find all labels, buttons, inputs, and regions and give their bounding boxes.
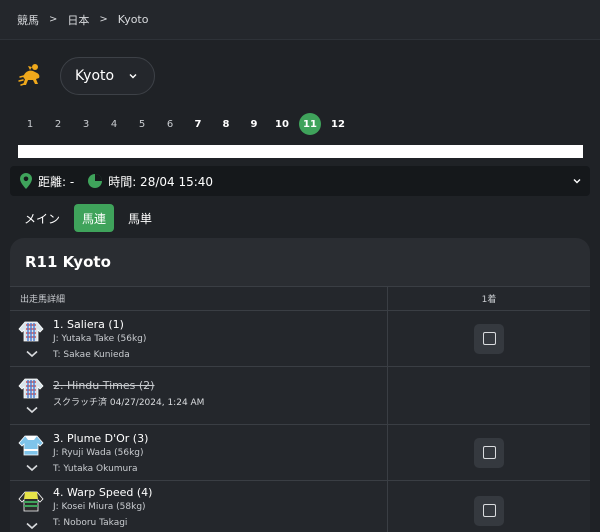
breadcrumb-japan[interactable]: 日本: [67, 12, 89, 28]
first-place-checkbox[interactable]: [474, 437, 504, 468]
breadcrumb-horse-racing[interactable]: 競馬: [17, 12, 39, 28]
runner-jockey: J: Kosei Miura (58kg): [53, 502, 146, 512]
race-number-1[interactable]: 1: [19, 113, 41, 135]
chevron-right-icon: >: [49, 14, 58, 25]
jockey-silk-icon: [18, 378, 44, 399]
venue-select[interactable]: Kyoto: [60, 57, 156, 95]
race-number-9[interactable]: 9: [243, 113, 265, 135]
race-number-10[interactable]: 10: [271, 113, 293, 135]
chevron-down-icon[interactable]: [26, 522, 38, 530]
table-header: 出走馬詳細 1着: [10, 286, 590, 311]
race-number-11[interactable]: 11: [299, 113, 321, 135]
runner-name: 1. Saliera (1): [53, 318, 124, 331]
horse-racing-icon: [18, 64, 40, 86]
table-row: 2. Hindu Times (2) スクラッチ済 04/27/2024, 1:…: [10, 367, 590, 425]
column-header-first: 1着: [481, 295, 497, 305]
tab-main[interactable]: メイン: [16, 204, 68, 232]
race-number-5[interactable]: 5: [131, 113, 153, 135]
runner-name: 2. Hindu Times (2): [53, 379, 155, 392]
chevron-down-icon[interactable]: [26, 350, 38, 358]
runner-name: 3. Plume D'Or (3): [53, 432, 149, 445]
chevron-down-icon[interactable]: [26, 406, 38, 414]
jockey-silk-icon: [18, 321, 44, 342]
chevron-right-icon: >: [99, 14, 108, 25]
runner-jockey: J: Yutaka Take (56kg): [53, 334, 147, 344]
table-row: 1. Saliera (1) J: Yutaka Take (56kg) T: …: [10, 311, 590, 367]
race-number-7[interactable]: 7: [187, 113, 209, 135]
race-number-3[interactable]: 3: [75, 113, 97, 135]
stream-placeholder-bar: [18, 145, 583, 158]
runner-trainer: T: Yutaka Okumura: [53, 464, 138, 474]
location-pin-icon: [20, 173, 32, 189]
venue-selected-label: Kyoto: [75, 68, 115, 84]
chevron-down-icon[interactable]: [572, 176, 582, 186]
race-card: R11 Kyoto 出走馬詳細 1着 1. Saliera (1) J: Yut…: [10, 238, 590, 532]
tab-exacta[interactable]: 馬単: [120, 204, 160, 232]
first-place-checkbox[interactable]: [474, 323, 504, 354]
breadcrumb-kyoto: Kyoto: [117, 13, 149, 26]
race-card-title: R11 Kyoto: [25, 253, 111, 271]
runner-jockey: J: Ryuji Wada (56kg): [53, 448, 144, 458]
runner-name: 4. Warp Speed (4): [53, 486, 153, 499]
jockey-silk-icon: [18, 491, 44, 512]
race-number-selector: 1 2 3 4 5 6 7 8 9 10 11 12: [19, 113, 355, 135]
column-header-runner-details: 出走馬詳細: [10, 287, 388, 310]
chevron-down-icon: [129, 74, 137, 79]
first-place-checkbox[interactable]: [474, 495, 504, 526]
race-number-4[interactable]: 4: [103, 113, 125, 135]
jockey-silk-icon: [18, 435, 44, 456]
bet-type-tabs: メイン 馬連 馬単: [16, 204, 166, 232]
clock-icon: [88, 174, 103, 188]
race-number-2[interactable]: 2: [47, 113, 69, 135]
race-number-8[interactable]: 8: [215, 113, 237, 135]
scratched-note: スクラッチ済 04/27/2024, 1:24 AM: [53, 398, 205, 408]
tab-quinella[interactable]: 馬連: [74, 204, 115, 232]
runner-trainer: T: Noboru Takagi: [53, 518, 128, 528]
table-row: 3. Plume D'Or (3) J: Ryuji Wada (56kg) T…: [10, 425, 590, 481]
table-row: 4. Warp Speed (4) J: Kosei Miura (58kg) …: [10, 481, 590, 532]
distance-text: 距離: -: [38, 174, 75, 189]
race-number-12[interactable]: 12: [327, 113, 349, 135]
race-time-text: 時間: 28/04 15:40: [108, 174, 214, 189]
breadcrumb: 競馬 > 日本 > Kyoto: [0, 0, 600, 40]
race-info-bar[interactable]: 距離: - 時間: 28/04 15:40: [10, 166, 590, 196]
venue-row: Kyoto: [16, 57, 156, 95]
runner-trainer: T: Sakae Kunieda: [53, 350, 130, 360]
race-number-6[interactable]: 6: [159, 113, 181, 135]
chevron-down-icon[interactable]: [26, 464, 38, 472]
